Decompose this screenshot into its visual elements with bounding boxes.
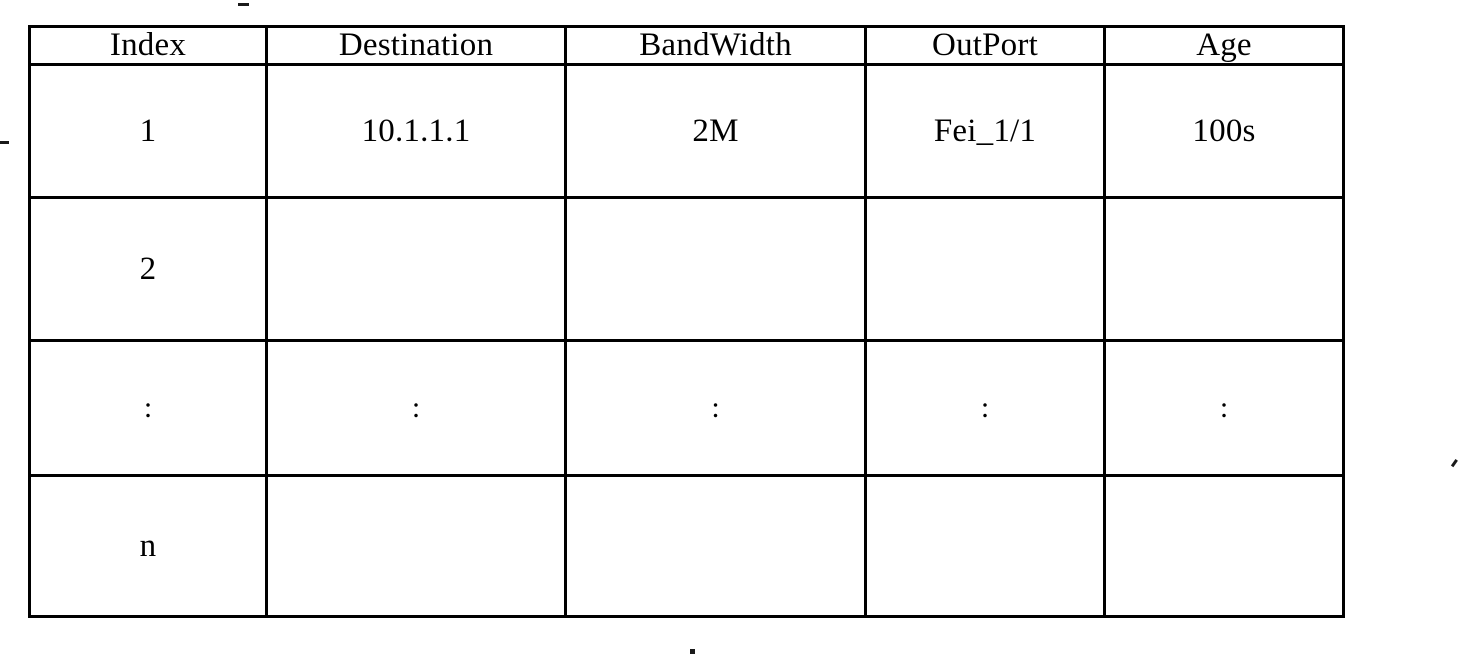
vertical-ellipsis-icon: :	[143, 391, 153, 425]
cell-index-value: n	[139, 527, 157, 564]
scan-speck-bottom	[690, 649, 695, 654]
column-header-index-label: Index	[109, 27, 187, 63]
cell-destination-value: 10.1.1.1	[361, 112, 471, 149]
table-row: 2	[28, 196, 1345, 343]
cell-outport: Fei_1/1	[864, 62, 1106, 200]
cell-bandwidth: 2M	[564, 62, 867, 200]
column-header-index: Index	[28, 25, 268, 66]
table-row: n	[28, 474, 1345, 618]
cell-index: 1	[28, 62, 268, 200]
cell-bandwidth-value: 2M	[692, 112, 739, 149]
cell-destination	[265, 474, 567, 618]
table-row: 1 10.1.1.1 2M Fei_1/1 100s	[28, 62, 1345, 200]
column-header-bandwidth-label: BandWidth	[639, 27, 792, 63]
cell-outport-value	[867, 269, 1103, 270]
cell-bandwidth-value	[567, 546, 864, 547]
cell-outport: :	[864, 339, 1106, 478]
scanned-page: Index Destination BandWidth OutPort Age	[0, 0, 1468, 659]
vertical-ellipsis-icon: :	[711, 391, 720, 425]
cell-outport	[864, 196, 1106, 343]
table-row-ellipsis: : : : : :	[28, 339, 1345, 478]
cell-index: n	[28, 474, 268, 618]
cell-outport	[864, 474, 1106, 618]
cell-age	[1103, 196, 1345, 343]
cell-bandwidth: :	[564, 339, 867, 478]
cell-bandwidth-value	[567, 269, 864, 270]
cell-bandwidth	[564, 196, 867, 343]
scan-speck-right	[1450, 458, 1467, 474]
column-header-outport: OutPort	[864, 25, 1106, 66]
vertical-ellipsis-icon: :	[1219, 391, 1229, 425]
column-header-age: Age	[1103, 25, 1345, 66]
cell-destination	[265, 196, 567, 343]
scan-speck-left	[0, 141, 9, 144]
vertical-ellipsis-icon: :	[980, 391, 990, 425]
routing-table: Index Destination BandWidth OutPort Age	[28, 25, 1345, 618]
column-header-destination-label: Destination	[338, 27, 494, 63]
column-header-age-label: Age	[1196, 27, 1252, 63]
cell-age	[1103, 474, 1345, 618]
cell-destination: :	[265, 339, 567, 478]
cell-age-value: 100s	[1192, 112, 1256, 149]
cell-index: :	[28, 339, 268, 478]
cell-bandwidth	[564, 474, 867, 618]
cell-destination-value	[268, 546, 564, 547]
scan-speck-top	[238, 3, 249, 6]
cell-index-value: 2	[139, 251, 157, 288]
cell-destination: 10.1.1.1	[265, 62, 567, 200]
vertical-ellipsis-icon: :	[411, 391, 421, 425]
cell-destination-value	[268, 269, 564, 270]
cell-age: 100s	[1103, 62, 1345, 200]
cell-age-value	[1106, 269, 1342, 270]
cell-age: :	[1103, 339, 1345, 478]
cell-outport-value: Fei_1/1	[933, 112, 1037, 149]
column-header-outport-label: OutPort	[932, 27, 1038, 63]
cell-age-value	[1106, 546, 1342, 547]
cell-index-value: 1	[139, 112, 157, 149]
column-header-destination: Destination	[265, 25, 567, 66]
column-header-bandwidth: BandWidth	[564, 25, 867, 66]
table-header-row: Index Destination BandWidth OutPort Age	[28, 25, 1345, 66]
cell-index: 2	[28, 196, 268, 343]
cell-outport-value	[867, 546, 1103, 547]
